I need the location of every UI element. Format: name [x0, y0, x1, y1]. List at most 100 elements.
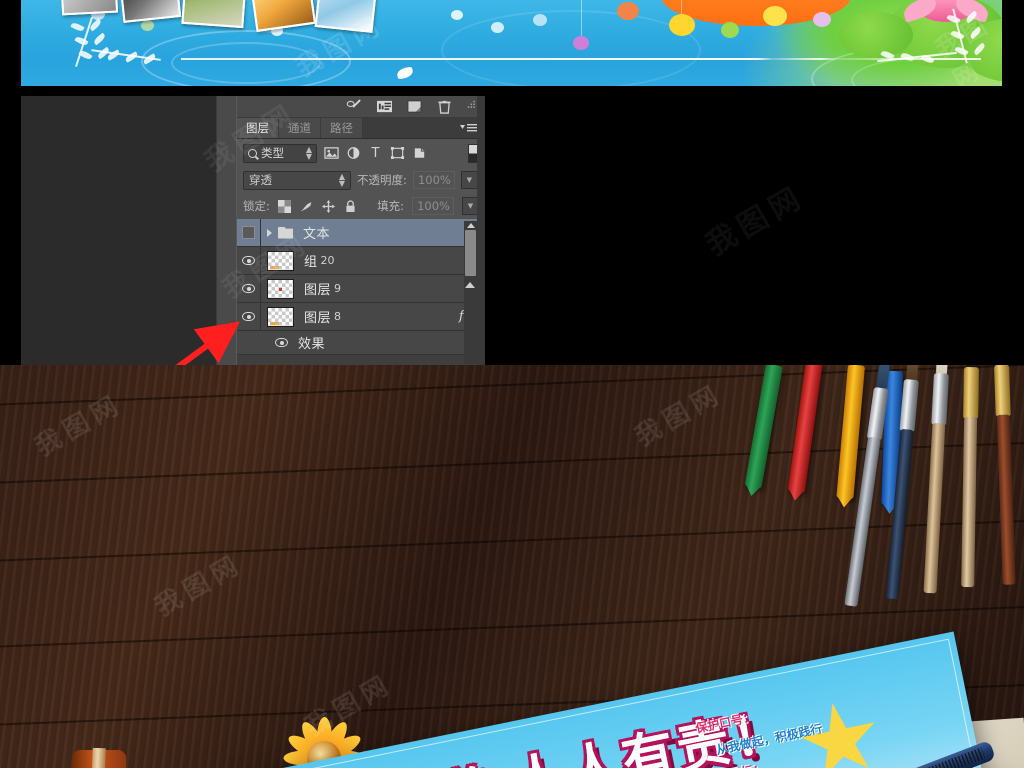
- hanging-flower: [491, 22, 504, 33]
- table-row[interactable]: 文本: [237, 219, 485, 247]
- folder-icon: [278, 226, 293, 239]
- eye-icon[interactable]: [275, 338, 288, 347]
- crayon-green: [744, 365, 783, 489]
- tab-layers[interactable]: 图层: [237, 118, 279, 138]
- lock-transparency-icon[interactable]: [278, 199, 292, 213]
- eye-off-icon: [242, 226, 255, 239]
- inner-scroll-arrow-icon[interactable]: [465, 282, 475, 288]
- smart-object-filter-icon[interactable]: [412, 146, 427, 161]
- filter-kind-select[interactable]: 类型 ▲ ▼: [243, 143, 317, 163]
- pinned-photo: [314, 0, 378, 33]
- middle-dark-section: 图层 通道 路径 类型 ▲ ▼ T 穿透 ▲ ▼ 不透明度: 100% ▼ 锁定…: [0, 86, 1024, 436]
- tab-channels[interactable]: 通道: [279, 118, 321, 138]
- scroll-up-arrow-icon[interactable]: [467, 223, 475, 228]
- pinned-photo: [118, 0, 182, 23]
- resize-grip-icon[interactable]: [466, 99, 477, 114]
- layer-visibility-toggle[interactable]: [237, 275, 261, 302]
- layer-list: 文本 组 20 图层 9 图层 8 效果: [237, 219, 485, 366]
- trash-icon[interactable]: [436, 99, 453, 114]
- fill-label: 填充:: [377, 199, 404, 213]
- lock-all-icon[interactable]: [344, 199, 358, 213]
- layer-name-suffix: 20: [320, 254, 335, 267]
- photoshop-screenshot: 图层 通道 路径 类型 ▲ ▼ T 穿透 ▲ ▼ 不透明度: 100% ▼ 锁定…: [21, 96, 485, 366]
- fill-value[interactable]: 100%: [412, 197, 454, 215]
- layer-visibility-toggle[interactable]: [237, 303, 261, 330]
- tab-paths[interactable]: 路径: [321, 118, 363, 138]
- layer-visibility-toggle[interactable]: [237, 219, 261, 246]
- water-ripple: [171, 42, 321, 84]
- slogan-label: 保护目标：: [705, 761, 767, 768]
- hanging-strand: [581, 0, 582, 40]
- chevron-updown-icon: ▲ ▼: [305, 145, 312, 161]
- lock-label: 锁定:: [243, 199, 270, 213]
- adjustment-filter-icon[interactable]: [346, 146, 361, 161]
- layer-name: 组: [304, 255, 318, 270]
- water-ripple: [441, 10, 701, 86]
- opacity-slider-toggle[interactable]: ▼: [460, 171, 478, 189]
- lock-row: 锁定: 填充: 100% ▼: [237, 193, 485, 219]
- hanging-flower: [763, 6, 787, 26]
- hanging-flower: [721, 22, 739, 38]
- eye-icon: [242, 312, 255, 321]
- layer-name-suffix: 9: [334, 282, 342, 295]
- crayon-yellow: [836, 365, 865, 500]
- watermark: 我图网: [30, 388, 129, 463]
- pinned-photo: [181, 0, 247, 29]
- crayon-red: [787, 365, 823, 493]
- watermark: 我图网: [150, 548, 249, 623]
- image-filter-icon[interactable]: [324, 146, 339, 161]
- lock-position-icon[interactable]: [322, 199, 336, 213]
- hanging-flower: [669, 14, 695, 36]
- table-row[interactable]: 组 20: [237, 247, 485, 275]
- pinned-photo: [59, 0, 119, 16]
- layer-effect-row[interactable]: 效果: [237, 331, 485, 355]
- hanging-flower: [617, 2, 639, 20]
- new-layer-icon[interactable]: [406, 99, 423, 114]
- photoshop-panel-gutter: [216, 96, 237, 366]
- table-row[interactable]: 图层 8 fx: [237, 303, 485, 331]
- hanging-flower: [573, 36, 589, 50]
- shape-filter-icon[interactable]: [390, 146, 405, 161]
- hanging-flower: [141, 20, 154, 31]
- chevron-right-icon[interactable]: [267, 228, 272, 237]
- layer-thumbnail: [267, 306, 294, 327]
- panel-right-edge: [477, 96, 485, 366]
- layer-effect-label: 效果: [298, 337, 326, 352]
- opacity-value[interactable]: 100%: [412, 171, 455, 189]
- eyedropper-brush-icon[interactable]: [346, 99, 363, 114]
- hanging-flower: [533, 14, 547, 26]
- panel-top-toolbar: [237, 96, 485, 118]
- photoshop-canvas-area: [21, 96, 216, 366]
- table-row[interactable]: 图层 9: [237, 275, 485, 303]
- opacity-label: 不透明度:: [357, 173, 407, 187]
- panel-tabs: 图层 通道 路径: [237, 118, 485, 139]
- layer-name-suffix: 8: [334, 310, 342, 323]
- chevron-updown-icon: ▲ ▼: [338, 172, 345, 188]
- layer-thumbnail: [267, 250, 294, 271]
- layers-panel: 图层 通道 路径 类型 ▲ ▼ T 穿透 ▲ ▼ 不透明度: 100% ▼ 锁定…: [237, 96, 485, 366]
- layer-name: 图层: [304, 283, 332, 298]
- top-banner-image: 我图网 我图网: [21, 0, 1002, 86]
- eye-icon: [242, 256, 255, 265]
- layer-name: 文本: [303, 227, 331, 242]
- layer-visibility-toggle[interactable]: [237, 247, 261, 274]
- type-filter-icon[interactable]: T: [368, 146, 383, 161]
- blend-mode-row: 穿透 ▲ ▼ 不透明度: 100% ▼: [237, 167, 485, 193]
- workspace-photo: 保护河道 人人有责！ 姓名：舞龙仙女 生日：2020.8.21 班级：二年四班 …: [0, 365, 1024, 768]
- eye-icon: [242, 284, 255, 293]
- lock-image-icon[interactable]: [300, 199, 314, 213]
- layer-name: 图层: [304, 311, 332, 326]
- filter-kind-label: 类型: [261, 146, 284, 160]
- layer-filter-row: 类型 ▲ ▼ T: [237, 139, 485, 167]
- vertical-scrollbar[interactable]: [464, 221, 477, 364]
- hanging-flower: [451, 10, 463, 20]
- histogram-icon[interactable]: [376, 99, 393, 114]
- pinned-photo: [249, 0, 317, 32]
- scrollbar-thumb[interactable]: [465, 230, 476, 276]
- layer-thumbnail: [267, 278, 294, 299]
- hanging-flower: [813, 12, 831, 27]
- banner-divider-line: [181, 58, 981, 60]
- blend-mode-value: 穿透: [249, 173, 272, 187]
- blend-mode-select[interactable]: 穿透 ▲ ▼: [243, 170, 351, 190]
- banner-petal-decoration: [396, 66, 414, 80]
